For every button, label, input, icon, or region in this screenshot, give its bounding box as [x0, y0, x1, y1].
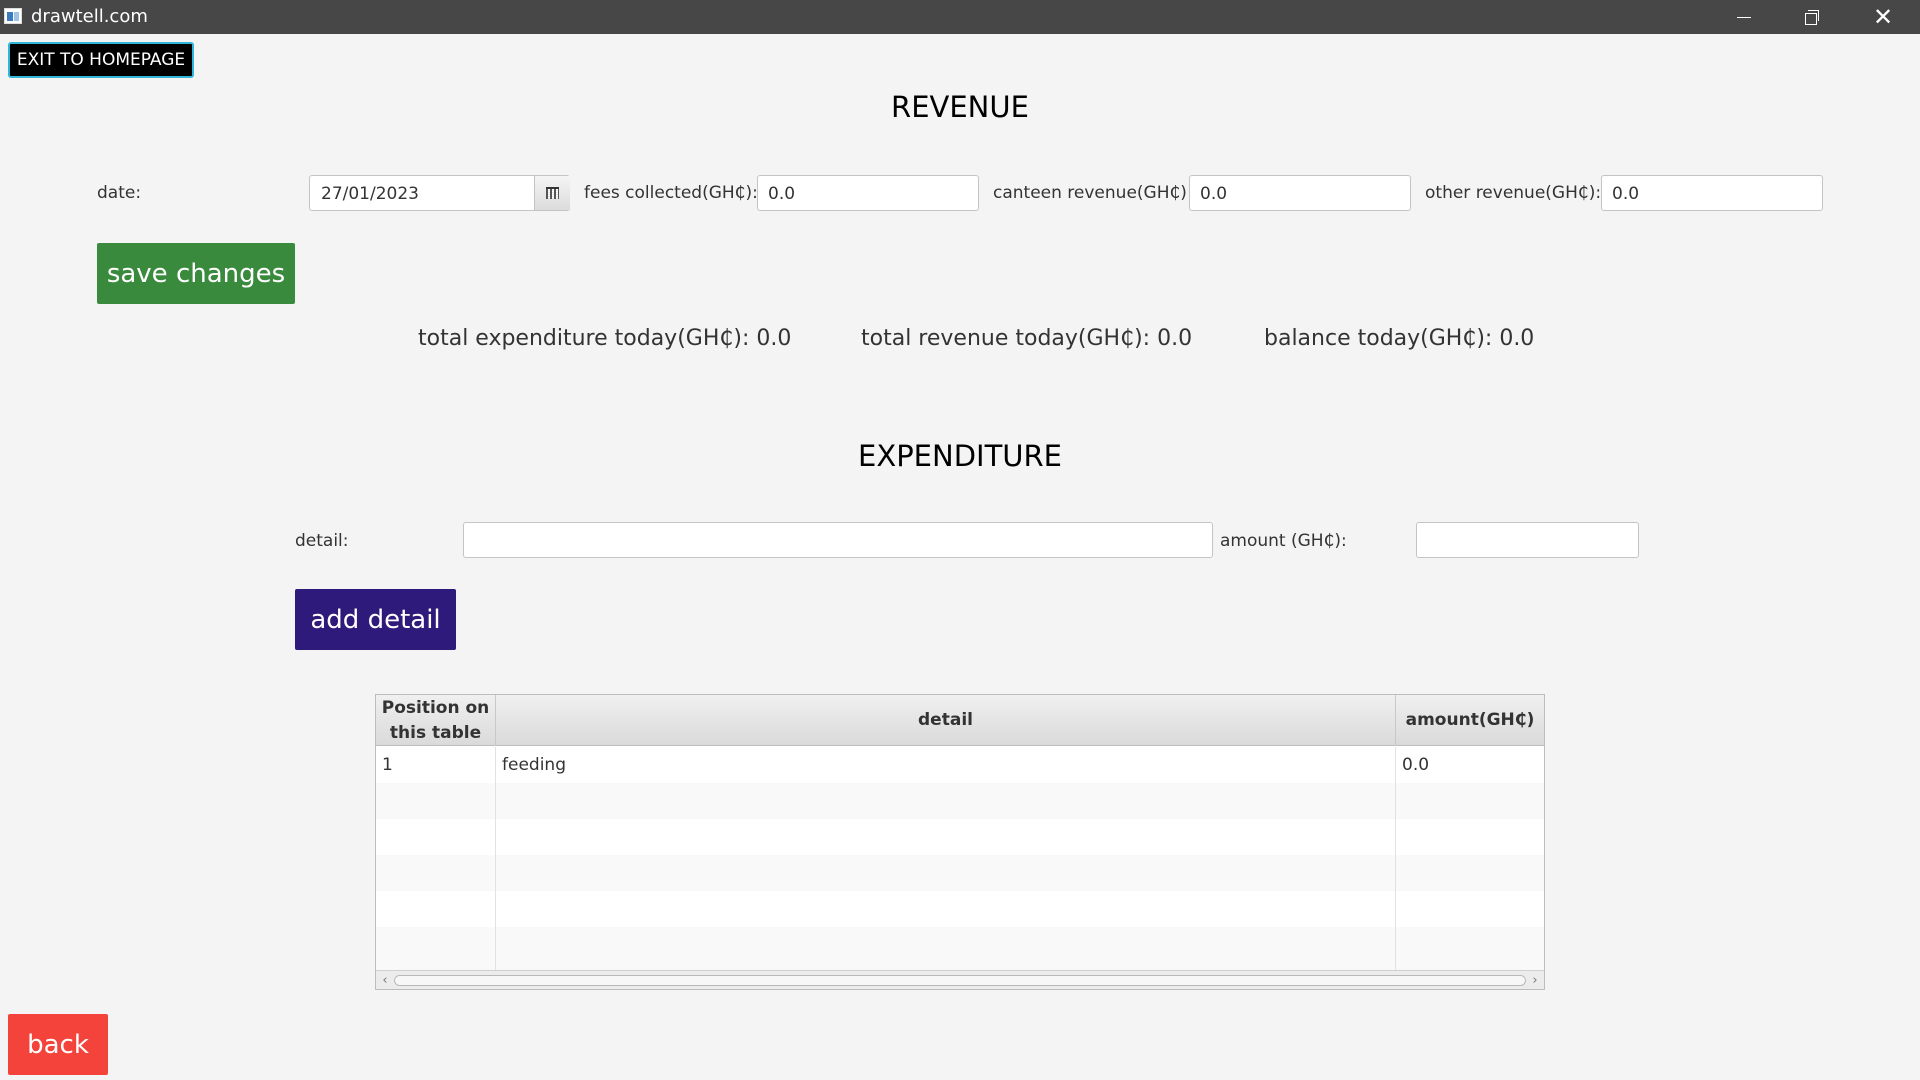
table-cell-empty	[376, 855, 496, 891]
restore-button[interactable]	[1778, 0, 1846, 34]
scrollbar-thumb[interactable]	[394, 975, 1526, 986]
expenditure-table[interactable]: Position on this table detail amount(GH₵…	[375, 694, 1545, 990]
close-button[interactable]: ✕	[1846, 0, 1920, 34]
table-cell-empty	[496, 891, 1396, 927]
table-cell-empty	[496, 819, 1396, 855]
table-row-empty[interactable]	[376, 783, 1544, 819]
table-cell-empty	[496, 783, 1396, 819]
date-input[interactable]: 27/01/2023	[321, 184, 419, 204]
column-header-detail[interactable]: detail	[496, 695, 1396, 746]
table-row[interactable]: 1 feeding 0.0	[376, 747, 1544, 783]
fees-collected-input[interactable]: 0.0	[757, 175, 979, 211]
scroll-right-arrow-icon[interactable]: ›	[1528, 971, 1542, 989]
calendar-button[interactable]	[534, 176, 570, 210]
table-row-empty[interactable]	[376, 891, 1544, 927]
canteen-revenue-label: canteen revenue(GH₵):	[993, 183, 1193, 203]
date-picker[interactable]: 27/01/2023	[309, 175, 570, 211]
table-cell-empty	[376, 927, 496, 970]
table-cell-position: 1	[376, 747, 496, 783]
detail-input[interactable]	[463, 522, 1213, 558]
horizontal-scrollbar[interactable]: ‹ ›	[376, 970, 1544, 989]
scroll-left-arrow-icon[interactable]: ‹	[378, 971, 392, 989]
amount-label: amount (GH₵):	[1220, 531, 1347, 551]
save-changes-button[interactable]: save changes	[97, 243, 295, 304]
canteen-revenue-input[interactable]: 0.0	[1189, 175, 1411, 211]
fees-collected-label: fees collected(GH₵):	[584, 183, 758, 203]
table-cell-empty	[1396, 927, 1544, 970]
table-cell-amount: 0.0	[1402, 755, 1430, 775]
column-header-amount[interactable]: amount(GH₵)	[1396, 695, 1544, 746]
add-detail-button[interactable]: add detail	[295, 589, 456, 650]
table-cell-empty	[1396, 819, 1544, 855]
detail-label: detail:	[295, 531, 349, 551]
app-icon	[4, 8, 22, 24]
date-label: date:	[97, 183, 142, 203]
table-cell-empty	[1396, 783, 1544, 819]
table-cell-empty	[376, 783, 496, 819]
close-icon: ✕	[1872, 3, 1894, 31]
restore-icon	[1805, 10, 1819, 25]
total-revenue-text: total revenue today(GH₵): 0.0	[861, 326, 1193, 351]
table-cell-empty	[496, 927, 1396, 970]
table-cell-empty	[496, 855, 1396, 891]
column-header-label: amount(GH₵)	[1405, 710, 1535, 730]
amount-input[interactable]	[1416, 522, 1639, 558]
total-expenditure-text: total expenditure today(GH₵): 0.0	[418, 326, 792, 351]
other-revenue-input[interactable]: 0.0	[1601, 175, 1823, 211]
back-button[interactable]: back	[8, 1014, 108, 1075]
other-revenue-label: other revenue(GH₵):	[1425, 183, 1602, 203]
table-cell-empty	[1396, 891, 1544, 927]
column-header-label: Position on this table	[381, 697, 490, 743]
table-row-empty[interactable]	[376, 819, 1544, 855]
table-header: Position on this table detail amount(GH₵…	[376, 695, 1544, 746]
table-cell-empty	[376, 819, 496, 855]
expenditure-heading: EXPENDITURE	[858, 439, 1062, 473]
revenue-heading: REVENUE	[891, 90, 1029, 124]
title-bar: drawtell.com ✕	[0, 0, 1920, 34]
balance-text: balance today(GH₵): 0.0	[1264, 326, 1535, 351]
calendar-icon	[546, 187, 559, 199]
table-row-empty[interactable]	[376, 855, 1544, 891]
column-header-label: detail	[918, 710, 973, 730]
minimize-icon	[1737, 16, 1751, 18]
window-title: drawtell.com	[31, 6, 148, 27]
minimize-button[interactable]	[1710, 0, 1778, 34]
exit-to-homepage-button[interactable]: EXIT TO HOMEPAGE	[8, 42, 194, 78]
table-row-empty[interactable]	[376, 927, 1544, 970]
column-header-position[interactable]: Position on this table	[376, 695, 496, 746]
table-cell-detail: feeding	[496, 747, 1396, 783]
table-cell-empty	[376, 891, 496, 927]
table-cell-empty	[1396, 855, 1544, 891]
